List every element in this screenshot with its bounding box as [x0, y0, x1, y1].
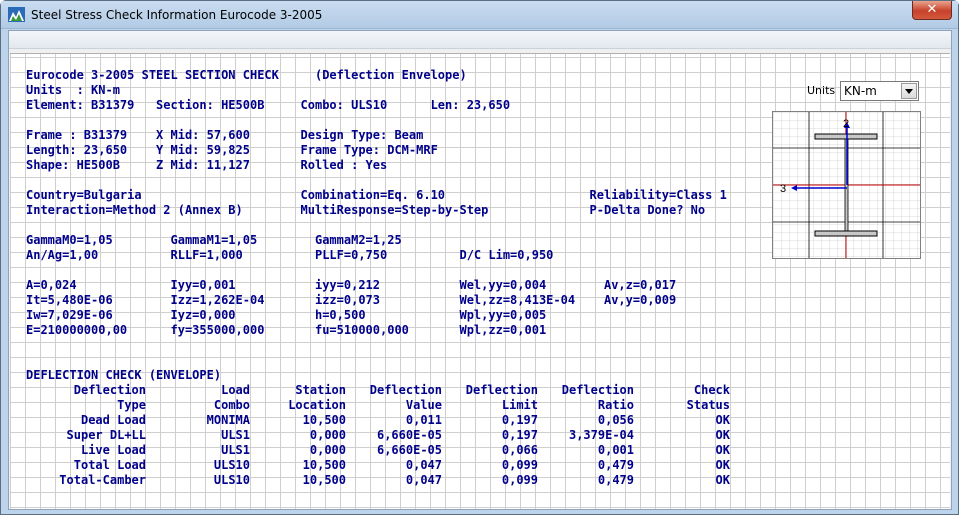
deflection-title: DEFLECTION CHECK (ENVELOPE) — [26, 368, 222, 382]
props-line-3: Iw=7,029E-06 Iyz=0,000 h=0,500 Wpl,yy=0,… — [26, 308, 547, 322]
units-value: KN-m — [844, 84, 877, 98]
table-cell-station: 10,500 — [302, 413, 346, 427]
table-cell-station: 10,500 — [302, 473, 346, 487]
table-cell-type: Super DL+LL — [66, 428, 146, 442]
table-cell-combo: ULS1 — [221, 443, 250, 457]
table-cell-value: 0,047 — [405, 473, 442, 487]
client-area: Eurocode 3-2005 STEEL SECTION CHECK (Def… — [8, 30, 952, 510]
table-cell-ratio: 0,479 — [597, 458, 634, 472]
country-line: Country=Bulgaria Combination=Eq. 6.10 Re… — [26, 188, 727, 202]
table-cell-combo: ULS1 — [221, 428, 250, 442]
section-diagram: 2 3 — [772, 111, 921, 259]
section-drawing: 2 3 — [773, 112, 920, 258]
dropdown-arrow-button[interactable] — [901, 83, 917, 99]
top-flange — [814, 133, 878, 140]
header-station-top: Station — [295, 383, 346, 397]
units-dropdown[interactable]: KN-m — [840, 81, 919, 101]
report-title: Eurocode 3-2005 STEEL SECTION CHECK (Def… — [26, 68, 467, 82]
table-cell-ratio: 0,479 — [597, 473, 634, 487]
table-cell-ratio: 3,379E-04 — [568, 428, 634, 442]
header-station-bottom: Location — [288, 398, 346, 412]
table-cell-limit: 0,197 — [501, 413, 538, 427]
table-cell-ratio: 0,056 — [597, 413, 634, 427]
table-cell-limit: 0,099 — [501, 458, 538, 472]
title-bar[interactable]: Steel Stress Check Information Eurocode … — [1, 1, 958, 29]
table-cell-station: 0,000 — [309, 428, 346, 442]
app-icon — [8, 7, 25, 22]
table-cell-combo: MONIMA — [206, 413, 250, 427]
header-combo-top: Load — [221, 383, 250, 397]
table-cell-value: 6,660E-05 — [376, 443, 442, 457]
table-cell-limit: 0,197 — [501, 428, 538, 442]
app-window: Steel Stress Check Information Eurocode … — [0, 0, 959, 515]
units-line: Units : KN-m — [26, 83, 120, 97]
table-cell-value: 0,047 — [405, 458, 442, 472]
props-line-2: It=5,480E-06 Izz=1,262E-04 izz=0,073 Wel… — [26, 293, 677, 307]
bottom-flange — [814, 230, 878, 237]
close-icon: ✕ — [926, 2, 938, 17]
table-cell-station: 0,000 — [309, 443, 346, 457]
table-cell-limit: 0,099 — [501, 473, 538, 487]
table-cell-value: 0,011 — [405, 413, 442, 427]
header-value-top: Deflection — [369, 383, 442, 397]
units-label: Units — [807, 84, 836, 97]
table-cell-value: 6,660E-05 — [376, 428, 442, 442]
props-line-4: E=210000000,00 fy=355000,000 fu=510000,0… — [26, 323, 547, 337]
gamma-line: GammaM0=1,05 GammaM1=1,05 GammaM2=1,25 — [26, 233, 402, 247]
header-combo-bottom: Combo — [213, 398, 250, 412]
table-cell-status: OK — [715, 413, 730, 427]
table-cell-status: OK — [715, 473, 730, 487]
table-cell-ratio: 0,001 — [597, 443, 634, 457]
header-ratio-bottom: Ratio — [597, 398, 634, 412]
element-line: Element: B31379 Section: HE500B Combo: U… — [26, 98, 511, 112]
table-cell-combo: ULS10 — [213, 473, 250, 487]
table-cell-type: Dead Load — [80, 413, 146, 427]
header-ratio-top: Deflection — [561, 383, 634, 397]
header-limit-bottom: Limit — [501, 398, 538, 412]
close-button[interactable]: ✕ — [912, 1, 952, 20]
header-status-top: Check — [693, 383, 730, 397]
frame-line: Frame : B31379 X Mid: 57,600 Design Type… — [26, 128, 424, 142]
header-value-bottom: Value — [405, 398, 442, 412]
header-type-top: Deflection — [73, 383, 146, 397]
chevron-down-icon — [905, 89, 913, 94]
axis-3-label: 3 — [780, 183, 786, 195]
interaction-line: Interaction=Method 2 (Annex B) MultiResp… — [26, 203, 706, 217]
window-title: Steel Stress Check Information Eurocode … — [31, 8, 323, 22]
menu-strip — [9, 31, 951, 49]
shape-line: Shape: HE500B Z Mid: 11,127 Rolled : Yes — [26, 158, 388, 172]
header-type-bottom: Type — [117, 398, 146, 412]
table-cell-station: 10,500 — [302, 458, 346, 472]
header-limit-top: Deflection — [465, 383, 538, 397]
table-cell-status: OK — [715, 443, 730, 457]
report-sheet: Eurocode 3-2005 STEEL SECTION CHECK (Def… — [10, 53, 950, 509]
table-cell-limit: 0,066 — [501, 443, 538, 457]
axis-2-label: 2 — [843, 118, 849, 130]
table-cell-status: OK — [715, 458, 730, 472]
table-cell-type: Total-Camber — [59, 473, 146, 487]
length-line: Length: 23,650 Y Mid: 59,825 Frame Type:… — [26, 143, 438, 157]
header-status-bottom: Status — [686, 398, 730, 412]
reduction-line: An/Ag=1,00 RLLF=1,000 PLLF=0,750 D/C Lim… — [26, 248, 554, 262]
table-cell-combo: ULS10 — [213, 458, 250, 472]
table-cell-status: OK — [715, 428, 730, 442]
table-cell-type: Live Load — [80, 443, 146, 457]
table-cell-type: Total Load — [73, 458, 146, 472]
props-line-1: A=0,024 Iyy=0,001 iyy=0,212 Wel,yy=0,004… — [26, 278, 677, 292]
